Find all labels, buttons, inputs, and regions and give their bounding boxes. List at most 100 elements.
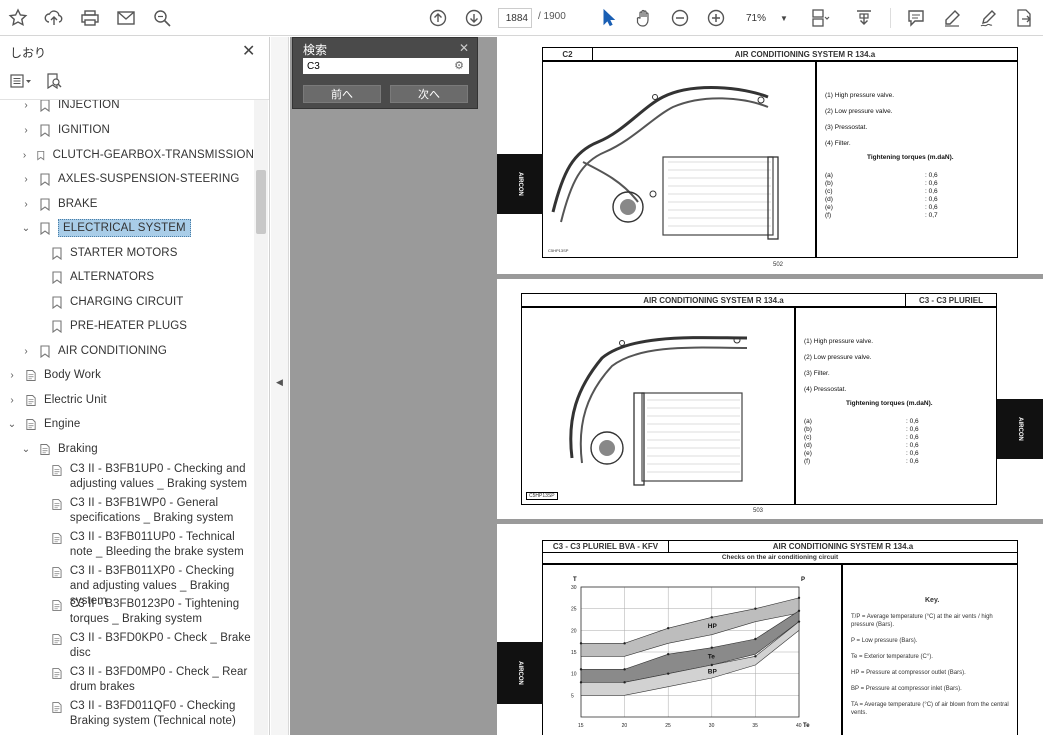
bookmark-item[interactable]: › INJECTION [0, 100, 254, 116]
key-item: Te = Exterior temperature (C°). [851, 654, 933, 660]
bookmark-item[interactable]: C3 II - B3FB011XP0 - Checking and adjust… [0, 564, 254, 607]
torque-values: : 0,6 : 0,6 : 0,6 : 0,6 : 0,6 : 0,6 [906, 418, 919, 466]
data-point [710, 616, 713, 619]
torque-key: (e) [825, 204, 833, 211]
upload-cloud-icon[interactable] [42, 6, 66, 30]
pdf-page-2: AIR CONDITIONING SYSTEM R 134.a C3 - C3 … [497, 279, 1043, 519]
bookmark-star-icon[interactable] [6, 6, 30, 30]
panel-collapse-handle[interactable]: ◀ [271, 37, 289, 735]
export-tools-icon[interactable] [1012, 6, 1036, 30]
bookmark-item[interactable]: C3 II - B3FB1WP0 - General specification… [0, 496, 254, 528]
data-point [754, 637, 757, 641]
find-dialog: 検索 ✕ ⚙ 前へ 次へ [292, 37, 478, 109]
bookmark-item[interactable]: › Body Work [0, 364, 254, 386]
section-tab-label: AIRCON [1016, 417, 1023, 441]
bookmark-item[interactable]: › BRAKE [0, 193, 254, 215]
section-tab: AIRCON [497, 642, 543, 704]
bookmark-item[interactable]: PRE-HEATER PLUGS [0, 315, 254, 337]
bookmark-icon [40, 344, 50, 358]
bookmark-item[interactable]: C3 II - B3FB0123P0 - Tightening torques … [0, 597, 254, 629]
bookmark-item[interactable]: › IGNITION [0, 119, 254, 141]
bookmark-icon [40, 123, 50, 137]
legend-item: (2) Low pressure valve. [825, 108, 893, 115]
page-icon [52, 533, 62, 544]
print-icon[interactable] [78, 6, 102, 30]
chevron-right-icon[interactable]: › [20, 174, 32, 185]
key-item: BP = Pressure at compressor inlet (Bars)… [851, 686, 962, 692]
bookmark-item[interactable]: › CLUTCH-GEARBOX-TRANSMISSION [0, 144, 254, 166]
torque-key: (e) [804, 450, 812, 457]
next-page-icon[interactable] [462, 6, 486, 30]
options-menu-button[interactable] [10, 74, 32, 88]
bookmark-item[interactable]: STARTER MOTORS [0, 242, 254, 264]
y-axis-label: T [573, 577, 577, 583]
torque-value: : 0,6 [925, 188, 938, 195]
bookmark-item-selected[interactable]: ⌄ ELECTRICAL SYSTEM [0, 217, 254, 239]
document-icon [26, 369, 36, 381]
torque-title: Tightening torques (m.daN). [867, 154, 954, 161]
find-bookmark-button[interactable] [46, 73, 62, 89]
zoom-in-icon[interactable] [704, 6, 728, 30]
bookmark-label: IGNITION [58, 124, 110, 136]
bookmark-item[interactable]: C3 II - B3FD011QF0 - Checking Braking sy… [0, 699, 254, 731]
torque-keys: (a) (b) (c) (d) (e) (f) [825, 172, 833, 220]
chevron-right-icon[interactable]: › [6, 370, 18, 381]
chevron-down-icon[interactable]: ⌄ [20, 223, 32, 234]
series-label: BP [708, 669, 718, 676]
page-icon [52, 499, 62, 510]
bookmark-item[interactable]: ⌄ Engine [0, 413, 254, 435]
prev-page-icon[interactable] [426, 6, 450, 30]
chevron-right-icon[interactable]: › [20, 346, 32, 357]
bookmark-item[interactable]: C3 II - B3FD0MP0 - Check _ Rear drum bra… [0, 665, 254, 697]
close-icon[interactable]: ✕ [459, 41, 469, 55]
find-next-button[interactable]: 次へ [390, 85, 468, 103]
bookmark-label: C3 II - B3FB1WP0 - General specification… [69, 497, 234, 524]
bookmark-item[interactable]: C3 II - B3FD0KP0 - Check _ Brake disc [0, 631, 254, 663]
hand-tool-icon[interactable] [632, 6, 656, 30]
gear-icon[interactable]: ⚙ [454, 59, 464, 72]
chevron-right-icon[interactable]: › [20, 199, 32, 210]
search-zoom-icon[interactable] [150, 6, 174, 30]
bookmark-item[interactable]: ALTERNATORS [0, 266, 254, 288]
torque-key: (a) [825, 172, 833, 179]
data-point [710, 663, 713, 667]
section-tab-label: AIRCON [516, 172, 523, 196]
sidebar-scrollbar[interactable] [254, 100, 268, 735]
zoom-out-icon[interactable] [668, 6, 692, 30]
document-viewer[interactable]: C2 AIR CONDITIONING SYSTEM R 134.a C5HP1… [290, 37, 1043, 735]
bookmark-item[interactable]: C3 II - B3FB011UP0 - Technical note _ Bl… [0, 530, 254, 562]
find-input[interactable] [303, 58, 469, 74]
page-number-input[interactable]: 1884 [498, 8, 532, 28]
close-icon[interactable]: ✕ [242, 41, 255, 61]
page-number: 502 [773, 262, 784, 268]
chevron-down-icon[interactable]: ⌄ [6, 419, 18, 430]
comment-icon[interactable] [904, 6, 928, 30]
zoom-level-select[interactable]: 71% ▼ [740, 8, 790, 28]
sign-pen-icon[interactable] [976, 6, 1000, 30]
scroll-mode-icon[interactable] [852, 6, 876, 30]
page-layout-icon[interactable] [808, 6, 832, 30]
bookmark-item[interactable]: CHARGING CIRCUIT [0, 291, 254, 313]
bookmark-item[interactable]: › AXLES-SUSPENSION-STEERING [0, 168, 254, 190]
bookmark-item[interactable]: › AIR CONDITIONING [0, 340, 254, 362]
section-title: AIR CONDITIONING SYSTEM R 134.a [522, 294, 906, 306]
bookmark-icon [40, 221, 50, 235]
x-tick-label: 35 [752, 723, 758, 729]
bookmark-item[interactable]: C3 II - B3FB1UP0 - Checking and adjustin… [0, 462, 254, 494]
bookmark-item[interactable]: ⌄ Braking [0, 438, 254, 460]
chevron-down-icon[interactable]: ⌄ [20, 444, 32, 455]
chevron-right-icon[interactable]: › [20, 125, 32, 136]
bookmark-item[interactable]: › Electric Unit [0, 389, 254, 411]
chevron-right-icon[interactable]: › [20, 100, 32, 111]
chevron-right-icon[interactable]: › [20, 150, 29, 161]
torque-value: : 0,6 [925, 204, 938, 211]
highlight-pen-icon[interactable] [940, 6, 964, 30]
section-tab: AIRCON [497, 154, 543, 214]
mail-icon[interactable] [114, 6, 138, 30]
key-item: P = Low pressure (Bars). [851, 638, 918, 644]
scrollbar-thumb[interactable] [256, 170, 266, 234]
select-cursor-icon[interactable] [596, 6, 620, 30]
find-prev-button[interactable]: 前へ [303, 85, 381, 103]
chevron-right-icon[interactable]: › [6, 395, 18, 406]
legend-item: (1) High pressure valve. [825, 92, 894, 99]
